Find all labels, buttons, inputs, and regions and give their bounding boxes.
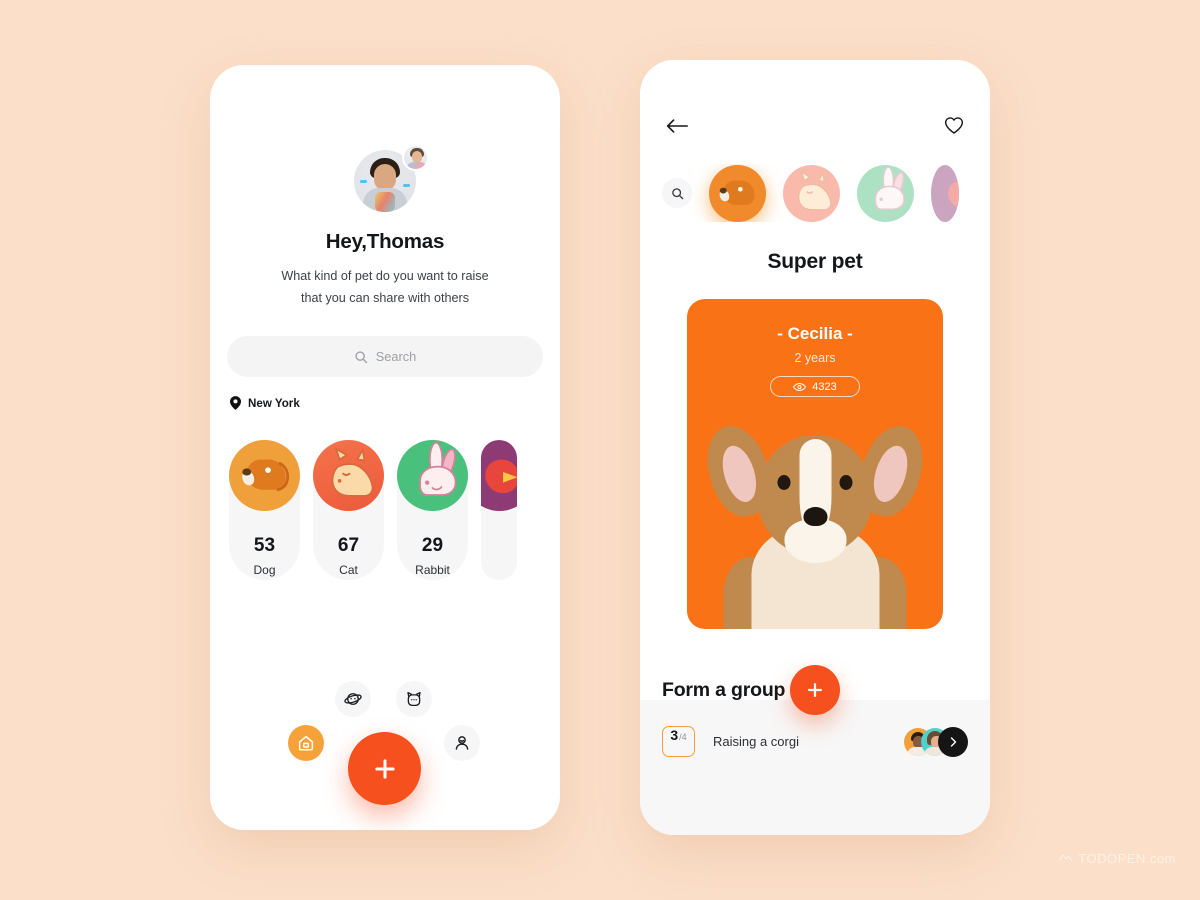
pet-name: - Cecilia -	[777, 324, 853, 343]
subtitle-line-2: that you can share with others	[300, 290, 469, 305]
dog-icon	[229, 440, 300, 512]
corgi-puppy-photo	[697, 418, 933, 629]
pet-type-bird[interactable]	[931, 164, 959, 222]
phone-screen-home: Hey,Thomas What kind of pet do you want …	[210, 65, 560, 830]
group-list-item[interactable]: 3 /4 Raising a corgi	[662, 726, 968, 757]
chevron-right-icon	[950, 736, 957, 747]
nav-planet-button[interactable]	[335, 681, 371, 717]
pet-count: 29	[421, 535, 444, 557]
pet-card-bird[interactable]	[481, 440, 517, 581]
phone-screen-detail: Super pet - Cecilia - 2 years 4323 Form …	[640, 60, 990, 835]
view-count-badge: 4323	[770, 376, 860, 397]
pet-detail-card[interactable]: - Cecilia - 2 years 4323	[687, 299, 943, 629]
search-icon	[355, 351, 367, 364]
pet-category-list[interactable]: 53 Dog 67 Cat 29 Rabbit	[229, 440, 560, 585]
view-count: 4323	[812, 380, 837, 393]
planet-icon	[344, 693, 362, 705]
heart-icon	[944, 117, 964, 134]
watermark-text: TODOPEN.com	[1078, 851, 1176, 866]
group-members[interactable]	[904, 726, 968, 757]
pet-count: 53	[253, 535, 276, 557]
location-pin-icon	[230, 396, 241, 411]
search-placeholder: Search	[375, 349, 417, 365]
nav-home-button[interactable]	[288, 725, 324, 761]
favorite-button[interactable]	[944, 116, 964, 140]
pet-card-rabbit[interactable]: 29 Rabbit	[397, 440, 468, 581]
group-count-total: /4	[679, 732, 687, 742]
back-button[interactable]	[666, 117, 688, 140]
home-icon	[298, 735, 314, 751]
pet-label: Dog	[253, 563, 276, 578]
bottom-navigation[interactable]	[210, 670, 560, 830]
pet-card-cat[interactable]: 67 Cat	[313, 440, 384, 581]
cat-icon	[313, 440, 384, 512]
page-title: Hey,Thomas	[325, 230, 445, 253]
add-pet-button[interactable]	[790, 665, 840, 715]
group-name: Raising a corgi	[713, 734, 799, 749]
pet-label: Cat	[339, 563, 358, 578]
group-count-current: 3	[670, 727, 679, 743]
user-icon	[455, 736, 469, 750]
subtitle-line-1: What kind of pet do you want to raise	[281, 269, 489, 283]
subtitle: What kind of pet do you want to raise th…	[210, 266, 560, 309]
canvas: Hey,Thomas What kind of pet do you want …	[0, 0, 1200, 900]
group-count-badge: 3 /4	[662, 726, 695, 757]
group-next-button[interactable]	[938, 726, 968, 757]
pet-age: 2 years	[794, 351, 836, 365]
nav-cat-button[interactable]	[396, 681, 432, 717]
pet-type-selector[interactable]	[662, 164, 990, 222]
pet-card-dog[interactable]: 53 Dog	[229, 440, 300, 581]
plus-icon	[374, 758, 395, 779]
location-row[interactable]: New York	[230, 396, 560, 411]
pet-label: Rabbit	[415, 563, 450, 578]
pet-count: 67	[337, 535, 360, 557]
search-input[interactable]: Search	[227, 336, 543, 378]
arrow-left-icon	[666, 118, 688, 133]
nav-profile-button[interactable]	[444, 725, 480, 761]
bird-icon	[481, 440, 517, 512]
rabbit-icon	[397, 440, 468, 512]
add-button[interactable]	[348, 732, 421, 805]
cat-face-icon	[407, 691, 421, 707]
eye-icon	[793, 382, 807, 391]
avatar[interactable]	[354, 144, 429, 212]
secondary-avatar[interactable]	[402, 144, 429, 171]
watermark: TODOPEN.com	[1058, 851, 1176, 866]
pet-search-button[interactable]	[662, 178, 692, 208]
location-label: New York	[248, 396, 300, 410]
pet-type-cat[interactable]	[783, 164, 840, 222]
pet-type-rabbit[interactable]	[857, 164, 914, 222]
logo-mark-icon	[1059, 854, 1073, 861]
search-icon	[671, 187, 683, 199]
detail-top-bar	[640, 60, 990, 140]
plus-icon	[807, 682, 823, 698]
page-title: Super pet	[767, 250, 863, 273]
pet-type-dog[interactable]	[709, 164, 766, 222]
